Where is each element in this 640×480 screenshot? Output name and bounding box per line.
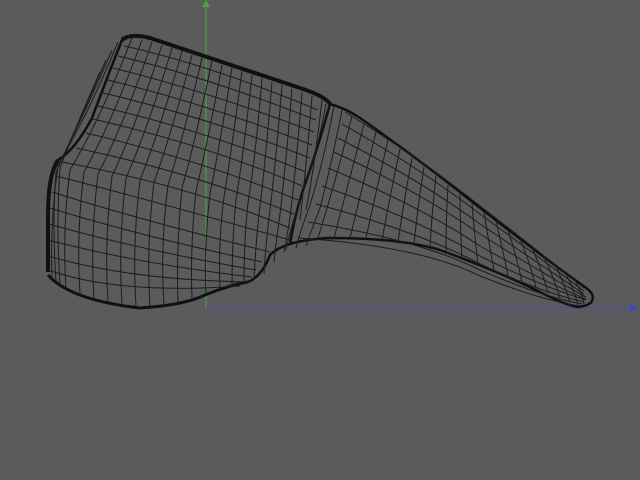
wireframe-model[interactable] <box>46 33 595 310</box>
model-silhouette <box>46 33 595 310</box>
world-axes <box>202 0 638 312</box>
x-axis-arrow-icon <box>630 304 638 312</box>
3d-viewport[interactable] <box>0 0 640 480</box>
y-axis-arrow-icon <box>202 0 210 7</box>
block-longitude-lines <box>64 37 323 307</box>
spout-cross-rings <box>317 115 585 306</box>
